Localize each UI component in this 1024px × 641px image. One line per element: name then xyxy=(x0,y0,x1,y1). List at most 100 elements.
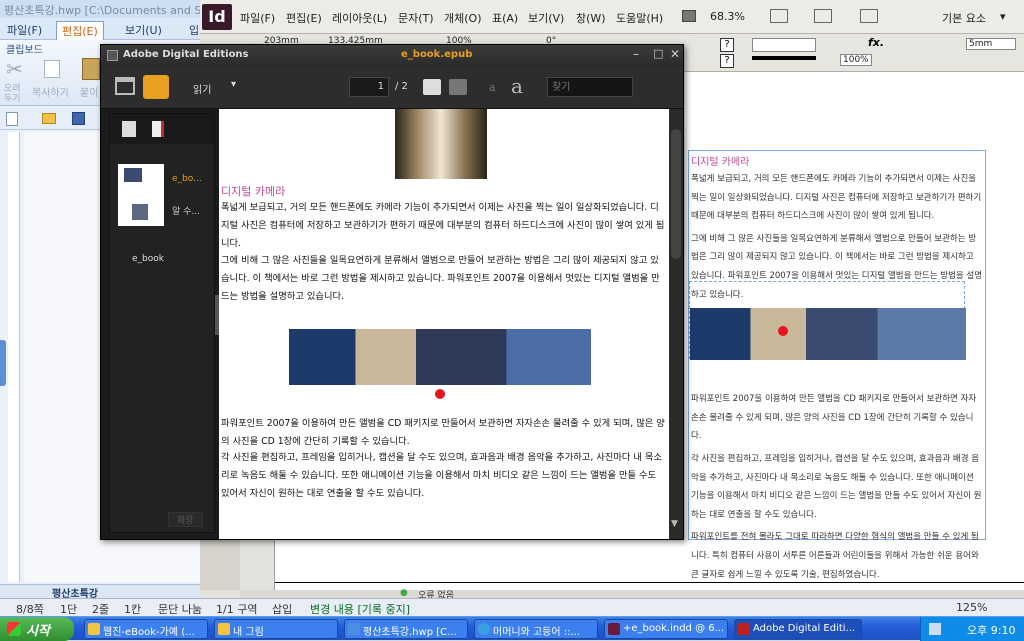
bookmark-list-icon[interactable] xyxy=(152,121,164,137)
ie-icon xyxy=(478,623,490,635)
new-doc-icon[interactable] xyxy=(6,112,18,126)
paste-button-label[interactable]: 붙이 xyxy=(80,84,98,99)
image-frame[interactable] xyxy=(689,281,966,360)
hwp-title-bar: 평산초특강.hwp [C:\Documents and Se xyxy=(0,0,210,18)
bookmark-icon[interactable] xyxy=(449,79,467,95)
ade-app-icon xyxy=(107,50,118,61)
reading-scrollbar[interactable]: ▼ xyxy=(669,109,683,539)
clock[interactable]: 오후 9:10 xyxy=(967,622,1015,638)
paste-icon[interactable] xyxy=(82,58,100,80)
id-menu-edit[interactable]: 편집(E) xyxy=(286,10,322,26)
thumbnail-icon[interactable] xyxy=(122,121,136,137)
business-photo-ade xyxy=(289,329,591,385)
fx-icon[interactable]: fx. xyxy=(868,36,884,49)
book-paragraph-3: 파워포인트 2007을 이용하여 만든 앨범을 CD 패키지로 만들어서 보관하… xyxy=(221,418,665,447)
book-heading: 디지털 카메라 xyxy=(221,185,286,198)
screen-mode-icon[interactable] xyxy=(814,9,832,23)
stroke-type-select[interactable] xyxy=(752,38,816,52)
copy-icon[interactable] xyxy=(44,60,60,78)
network-icon[interactable] xyxy=(929,623,941,635)
id-menu-window[interactable]: 창(W) xyxy=(576,10,606,26)
status-para: 문단 나눔 xyxy=(158,603,202,616)
taskbar-item-browser[interactable]: 머머니와 고등어 ::... xyxy=(474,619,598,639)
reading-pane[interactable]: 디지털 카메라 폭넓게 보급되고, 거의 모든 핸드폰에도 카메라 기능이 추가… xyxy=(219,109,669,539)
hwp-menu-file[interactable]: 파일(F) xyxy=(2,21,47,39)
hwp-menu-edit[interactable]: 편집(E) xyxy=(56,21,104,40)
red-marker-icon-ade xyxy=(435,389,445,399)
library-view-icon[interactable] xyxy=(115,77,135,95)
frame-heading: 디지털 카메라 xyxy=(691,157,750,168)
bridge-icon[interactable] xyxy=(682,10,696,22)
id-menu-help[interactable]: 도움말(H) xyxy=(616,10,663,26)
taskbar-item-webzine[interactable]: 웹진-eBook-가예 (... xyxy=(84,619,208,639)
cut-icon[interactable]: ✂ xyxy=(6,58,28,80)
opacity-field[interactable]: 100% xyxy=(840,54,872,66)
folder-icon xyxy=(88,623,100,635)
stroke-line-icon xyxy=(752,56,816,60)
reading-mode-chevron-icon[interactable]: ▾ xyxy=(231,79,236,90)
arrange-icon[interactable] xyxy=(860,9,878,23)
start-button[interactable]: 시작 xyxy=(0,617,74,641)
view-options-icon[interactable] xyxy=(770,9,788,23)
id-menu-object[interactable]: 개체(O) xyxy=(444,10,481,26)
panel-splitter[interactable] xyxy=(215,295,219,335)
folder-icon xyxy=(218,623,230,635)
frame-paragraph-4: 각 사진을 편집하고, 프레임을 입히거나, 캡션을 달 수도 있으며, 효과음… xyxy=(691,453,982,520)
copy-button-label[interactable]: 복사하기 xyxy=(32,84,69,99)
id-menu-table[interactable]: 표(A) xyxy=(492,10,518,26)
hwp-menu-view[interactable]: 보기(U) xyxy=(120,21,167,39)
page-input[interactable]: 1 xyxy=(349,77,389,97)
status-insert[interactable]: 삽입 xyxy=(272,601,292,617)
red-marker-icon xyxy=(778,326,788,336)
help-icon-2[interactable]: ? xyxy=(720,54,734,68)
scroll-down-icon[interactable]: ▼ xyxy=(671,519,678,529)
minimize-icon[interactable]: – xyxy=(633,47,639,61)
library-panel-header xyxy=(110,114,214,144)
frame-paragraph-1: 폭넓게 보급되고, 거의 모든 핸드폰에도 카메라 기능이 추가되면서 이제는 … xyxy=(691,174,982,222)
hwp-zoom[interactable]: 125% xyxy=(956,601,987,614)
windows-taskbar: 시작 웹진-eBook-가예 (... 내 그림 평산초특강.hwp [C...… xyxy=(0,616,1024,641)
ade-app-title: Adobe Digital Editions xyxy=(123,49,249,60)
hwp-vertical-ruler xyxy=(8,132,20,582)
ade-title-bar: Adobe Digital Editions e_book.epub – □ ✕ xyxy=(101,45,683,67)
frame-paragraph-5: 파워포인트를 전혀 몰라도 그대로 따라하면 다양한 형식의 앨범을 만들 수 … xyxy=(691,532,979,580)
workspace-switcher[interactable]: 기본 요소 xyxy=(942,10,986,26)
taskbar-item-ade[interactable]: Adobe Digital Editi... xyxy=(734,619,862,639)
taskbar-item-hwp[interactable]: 평산초특강.hwp [C... xyxy=(344,619,468,639)
font-increase-button[interactable]: a xyxy=(511,74,523,98)
close-icon[interactable]: ✕ xyxy=(670,47,680,61)
id-menu-type[interactable]: 문자(T) xyxy=(398,10,434,26)
id-menu-file[interactable]: 파일(F) xyxy=(240,10,275,26)
book-cover[interactable] xyxy=(118,164,164,226)
book-label[interactable]: e_book xyxy=(132,254,164,264)
id-menu-layout[interactable]: 레이아웃(L) xyxy=(332,10,387,26)
hwp-title-text: 평산초특강.hwp [C:\Documents and Se xyxy=(4,4,209,17)
status-track[interactable]: 변경 내용 [기록 중지] xyxy=(310,601,410,617)
expand-button[interactable]: 확장 xyxy=(168,512,203,527)
print-icon[interactable] xyxy=(423,79,441,95)
workspace-chevron-icon[interactable]: ▾ xyxy=(1000,10,1006,23)
font-decrease-button[interactable]: a xyxy=(489,81,496,94)
zoom-level[interactable]: 68.3% xyxy=(710,10,745,23)
open-folder-icon[interactable] xyxy=(42,113,56,124)
side-panel-handle[interactable] xyxy=(0,340,6,386)
scroll-thumb[interactable] xyxy=(671,129,681,259)
help-icon[interactable]: ? xyxy=(720,38,734,52)
top-photo xyxy=(395,109,487,179)
page-current: 1 xyxy=(377,81,384,92)
book-title-short[interactable]: e_bo... xyxy=(172,174,202,184)
hwp-doc-tabbar: 평산초특강 xyxy=(0,584,210,600)
maximize-icon[interactable]: □ xyxy=(653,47,663,60)
text-frame[interactable]: 디지털 카메라 폭넓게 보급되고, 거의 모든 핸드폰에도 카메라 기능이 추가… xyxy=(688,150,986,580)
cut-button-label[interactable]: 오려 두기 xyxy=(4,84,34,104)
search-input[interactable] xyxy=(547,77,633,97)
hwp-status-bar: 8/8쪽 1단 2줄 1칸 문단 나눔 1/1 구역 삽입 변경 내용 [기록 … xyxy=(0,598,1024,616)
corner-size-field[interactable]: 5mm xyxy=(966,38,1016,50)
save-icon[interactable] xyxy=(72,112,85,125)
reading-view-icon[interactable] xyxy=(143,75,169,99)
status-line: 2줄 xyxy=(92,603,110,616)
id-menu-view[interactable]: 보기(V) xyxy=(528,10,564,26)
taskbar-item-pictures[interactable]: 내 그림 xyxy=(214,619,338,639)
reading-mode-select[interactable]: 읽기 xyxy=(193,81,211,96)
taskbar-item-indesign[interactable]: +e_book.indd @ 6... xyxy=(604,619,728,639)
